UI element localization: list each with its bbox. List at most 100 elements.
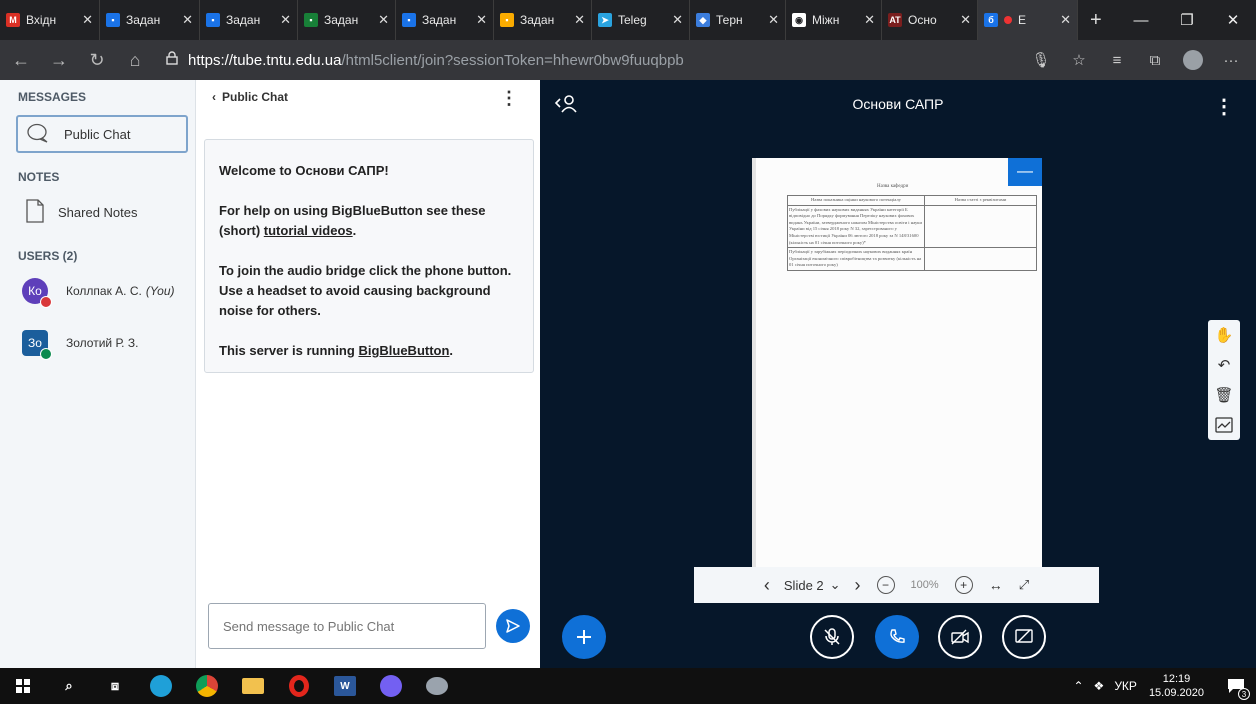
search-icon[interactable]: ⌕ (46, 668, 92, 704)
close-tab-icon[interactable]: ✕ (378, 12, 389, 28)
browser-tab[interactable]: ▪ Задан ✕ (298, 0, 396, 40)
more-menu-icon[interactable]: ··· (1214, 43, 1248, 77)
user-list-item[interactable]: Ко Коллпак А. С. (You) (22, 278, 175, 308)
send-message-button[interactable] (496, 609, 530, 643)
chat-options-button[interactable]: ⋮ (500, 88, 518, 109)
browser-tab[interactable]: ◉ Міжн ✕ (786, 0, 882, 40)
share-screen-button[interactable] (1002, 615, 1046, 659)
close-tab-icon[interactable]: ✕ (768, 12, 779, 28)
start-button[interactable] (0, 668, 46, 704)
close-tab-icon[interactable]: ✕ (182, 12, 193, 28)
webcam-off-icon (951, 629, 969, 645)
zoom-out-button[interactable]: − (876, 576, 895, 594)
share-webcam-button[interactable] (938, 615, 982, 659)
browser-tab[interactable]: ▪ Задан ✕ (200, 0, 298, 40)
muted-mic-icon (40, 296, 52, 308)
windows-taskbar: ⌕ ⧈ W ⌃ ❖ УКР 12:19 15.09.2020 3 (0, 668, 1256, 704)
hand-tool-icon[interactable]: ✋ (1208, 320, 1240, 350)
file-explorer-icon[interactable] (230, 668, 276, 704)
new-tab-button[interactable]: + (1078, 9, 1114, 32)
chevron-up-icon[interactable]: ⌃ (1073, 679, 1083, 693)
browser-tab[interactable]: ▪ Задан ✕ (396, 0, 494, 40)
language-indicator[interactable]: УКР (1114, 679, 1137, 693)
close-tab-icon[interactable]: ✕ (672, 12, 683, 28)
microphone-permission-icon[interactable]: 🎙 (1024, 43, 1058, 77)
classroom-icon: ▪ (402, 13, 416, 27)
clock-time: 12:19 (1162, 673, 1191, 685)
favorite-star-icon[interactable]: ☆ (1062, 43, 1096, 77)
welcome-message: Welcome to Основи САПР! For help on usin… (204, 139, 534, 373)
browser-tab[interactable]: ➤ Teleg ✕ (592, 0, 690, 40)
whiteboard-toolbar: ✋ ↶ 🗑 (1208, 320, 1240, 440)
close-tab-icon[interactable]: ✕ (864, 12, 875, 28)
close-window-button[interactable]: ✕ (1210, 0, 1256, 40)
chat-message-input[interactable] (208, 603, 486, 649)
word-icon[interactable]: W (322, 668, 368, 704)
user-name: Коллпак А. С. (66, 284, 142, 298)
screenshare-off-icon (1015, 629, 1033, 643)
public-chat-item[interactable]: Public Chat (16, 115, 188, 153)
tab-label: Терн (716, 13, 743, 27)
close-tab-icon[interactable]: ✕ (280, 12, 291, 28)
close-tab-icon[interactable]: ✕ (574, 12, 585, 28)
favorites-list-icon[interactable]: ≡ (1100, 43, 1134, 77)
moodle-icon: ◆ (696, 13, 710, 27)
minimize-presentation-button[interactable]: — (1008, 158, 1042, 186)
browser-tab[interactable]: M Вхідн ✕ (0, 0, 100, 40)
opera-icon[interactable] (276, 668, 322, 704)
clock[interactable]: 12:19 15.09.2020 (1149, 672, 1204, 700)
fit-width-icon[interactable]: ↔ (989, 577, 1003, 593)
options-menu-button[interactable]: ⋮ (1214, 94, 1234, 119)
leave-audio-button[interactable] (875, 615, 919, 659)
previous-slide-button[interactable]: ‹ (764, 575, 770, 596)
browser-tab[interactable]: ▪ Задан ✕ (100, 0, 200, 40)
minimize-window-button[interactable]: — (1118, 0, 1164, 40)
paint-icon[interactable] (414, 668, 460, 704)
zoom-in-button[interactable]: + (954, 576, 973, 594)
browser-tab[interactable]: ◆ Терн ✕ (690, 0, 786, 40)
trash-icon[interactable]: 🗑 (1208, 380, 1240, 410)
bigbluebutton-link[interactable]: BigBlueButton (358, 343, 449, 358)
tutorial-videos-link[interactable]: tutorial videos (264, 223, 353, 238)
multi-user-whiteboard-icon[interactable] (1208, 410, 1240, 440)
slide-selector[interactable]: Slide 2 ⌄ (784, 577, 841, 593)
help-text-end: . (352, 223, 357, 238)
classroom-icon: ▪ (106, 13, 120, 27)
plus-icon (577, 630, 591, 644)
collections-icon[interactable]: ⧉ (1138, 43, 1172, 77)
eye-icon: ◉ (792, 13, 806, 27)
profile-avatar-icon[interactable] (1176, 43, 1210, 77)
url-host: https://tube.tntu.edu.ua (188, 51, 342, 69)
tab-label: Задан (126, 13, 161, 27)
task-view-icon[interactable]: ⧈ (92, 668, 138, 704)
notification-center-button[interactable]: 3 (1216, 668, 1256, 704)
shared-notes-item[interactable]: Shared Notes (16, 199, 188, 226)
user-list-item[interactable]: Зо Золотий Р. З. (22, 330, 138, 360)
forward-button[interactable]: → (42, 43, 76, 77)
edge-browser-icon[interactable] (138, 668, 184, 704)
close-tab-icon[interactable]: ✕ (82, 12, 93, 28)
mute-microphone-button[interactable] (810, 615, 854, 659)
browser-tab[interactable]: AT Осно ✕ (882, 0, 978, 40)
reload-button[interactable]: ↻ (80, 43, 114, 77)
close-tab-icon[interactable]: ✕ (960, 12, 971, 28)
close-tab-icon[interactable]: ✕ (476, 12, 487, 28)
chat-back-button[interactable]: ‹ Public Chat (212, 90, 288, 104)
close-tab-icon[interactable]: ✕ (1060, 12, 1071, 28)
home-button[interactable]: ⌂ (118, 43, 152, 77)
maximize-window-button[interactable]: ❐ (1164, 0, 1210, 40)
actions-button[interactable] (562, 615, 606, 659)
browser-tab[interactable]: б Е ✕ (978, 0, 1078, 40)
dropbox-icon[interactable]: ❖ (1094, 679, 1105, 693)
avatar-initials: Ко (28, 284, 42, 298)
viber-icon[interactable] (368, 668, 414, 704)
chrome-icon[interactable] (184, 668, 230, 704)
next-slide-button[interactable]: › (855, 575, 861, 596)
url-field[interactable]: https://tube.tntu.edu.ua/html5client/joi… (166, 51, 684, 69)
recording-dot-icon (1004, 16, 1012, 24)
browser-tab[interactable]: ▪ Задан ✕ (494, 0, 592, 40)
undo-icon[interactable]: ↶ (1208, 350, 1240, 380)
back-button[interactable]: ← (4, 43, 38, 77)
fullscreen-icon[interactable]: ⤢ (1019, 577, 1029, 593)
mic-icon (40, 348, 52, 360)
